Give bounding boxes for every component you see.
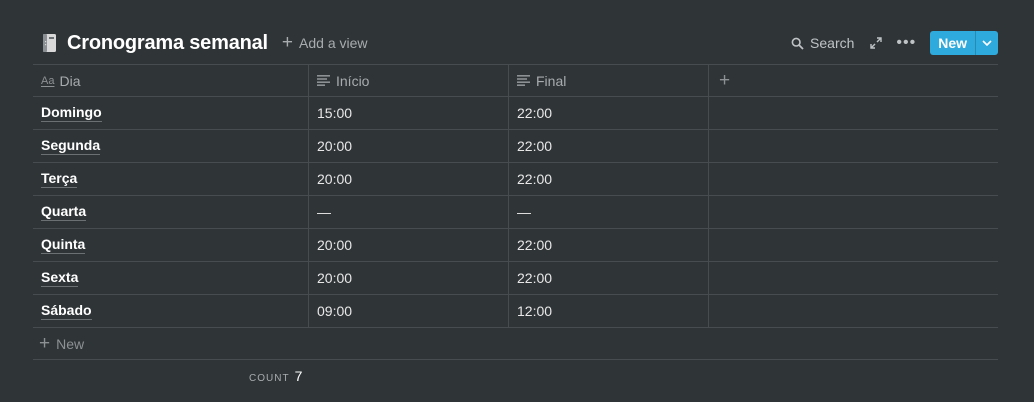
row-title[interactable]: Quinta (41, 236, 86, 254)
column-header-inicio[interactable]: Início (309, 65, 509, 96)
count-value: 7 (294, 368, 303, 384)
add-row-button[interactable]: + New (33, 328, 998, 360)
ellipsis-icon: ••• (896, 34, 917, 51)
add-column-button[interactable]: + (709, 65, 998, 96)
more-options-button[interactable]: ••• (896, 34, 916, 52)
cell-final[interactable]: 12:00 (509, 295, 709, 327)
cell-empty (709, 163, 998, 195)
cell-dia[interactable]: Quinta (33, 229, 309, 261)
database-view: Cronograma semanal + Add a view Search •… (0, 0, 1034, 402)
cell-inicio[interactable]: — (309, 196, 509, 228)
cell-final[interactable]: — (509, 196, 709, 228)
search-icon (791, 37, 804, 50)
cell-empty (709, 262, 998, 294)
title-aa-icon: Aa (41, 74, 55, 87)
new-button-group: New (930, 31, 998, 55)
new-dropdown-button[interactable] (975, 31, 998, 55)
cell-final[interactable]: 22:00 (509, 97, 709, 129)
row-title[interactable]: Domingo (41, 104, 102, 122)
notebook-icon[interactable] (42, 33, 58, 53)
new-button[interactable]: New (930, 31, 975, 55)
chevron-down-icon (982, 40, 992, 46)
row-title[interactable]: Terça (41, 170, 78, 188)
row-title[interactable]: Sábado (41, 302, 92, 320)
cell-inicio[interactable]: 20:00 (309, 262, 509, 294)
search-button[interactable]: Search (791, 35, 854, 51)
row-title[interactable]: Segunda (41, 137, 101, 155)
table-header-row: Aa Dia Início Final + (33, 64, 998, 97)
cell-empty (709, 97, 998, 129)
cell-final[interactable]: 22:00 (509, 163, 709, 195)
plus-icon: + (39, 332, 51, 354)
table-row: Sexta 20:00 22:00 (33, 262, 998, 295)
cell-inicio[interactable]: 20:00 (309, 130, 509, 162)
column-label: Dia (59, 72, 81, 89)
cell-inicio[interactable]: 20:00 (309, 163, 509, 195)
cell-inicio[interactable]: 20:00 (309, 229, 509, 261)
cell-dia[interactable]: Segunda (33, 130, 309, 162)
expand-button[interactable] (870, 37, 883, 49)
table-row: Domingo 15:00 22:00 (33, 97, 998, 130)
cell-final[interactable]: 22:00 (509, 229, 709, 261)
page-title[interactable]: Cronograma semanal (67, 32, 268, 55)
cell-inicio[interactable]: 15:00 (309, 97, 509, 129)
cell-final[interactable]: 22:00 (509, 130, 709, 162)
count-label: COUNT (249, 373, 290, 384)
column-label: Início (336, 72, 370, 89)
add-view-label: Add a view (299, 35, 368, 51)
table-row: Terça 20:00 22:00 (33, 163, 998, 196)
text-lines-icon (317, 75, 330, 86)
table-row: Segunda 20:00 22:00 (33, 130, 998, 163)
plus-icon: + (281, 32, 294, 53)
add-view-button[interactable]: + Add a view (281, 32, 368, 53)
table-row: Quinta 20:00 22:00 (33, 229, 998, 262)
cell-final[interactable]: 22:00 (509, 262, 709, 294)
cell-empty (709, 130, 998, 162)
cell-empty (709, 229, 998, 261)
cell-inicio[interactable]: 09:00 (309, 295, 509, 327)
column-header-final[interactable]: Final (509, 65, 709, 96)
cell-dia[interactable]: Terça (33, 163, 309, 195)
text-lines-icon (517, 75, 530, 86)
table-row: Sábado 09:00 12:00 (33, 295, 998, 328)
cell-empty (709, 295, 998, 327)
cell-dia[interactable]: Quarta (33, 196, 309, 228)
cell-dia[interactable]: Sábado (33, 295, 309, 327)
search-label: Search (810, 35, 855, 51)
cell-dia[interactable]: Sexta (33, 262, 309, 294)
add-row-label: New (56, 335, 85, 352)
row-title[interactable]: Sexta (41, 269, 79, 287)
row-count[interactable]: COUNT 7 (249, 368, 302, 384)
database-table: Aa Dia Início Final + Domingo 15:00 22:0… (33, 64, 998, 360)
cell-dia[interactable]: Domingo (33, 97, 309, 129)
column-header-dia[interactable]: Aa Dia (33, 65, 309, 96)
column-label: Final (536, 72, 567, 89)
cell-empty (709, 196, 998, 228)
expand-icon (870, 37, 883, 49)
database-header: Cronograma semanal + Add a view Search •… (33, 26, 998, 60)
row-title[interactable]: Quarta (41, 203, 87, 221)
table-row: Quarta — — (33, 196, 998, 229)
plus-icon: + (719, 69, 731, 91)
